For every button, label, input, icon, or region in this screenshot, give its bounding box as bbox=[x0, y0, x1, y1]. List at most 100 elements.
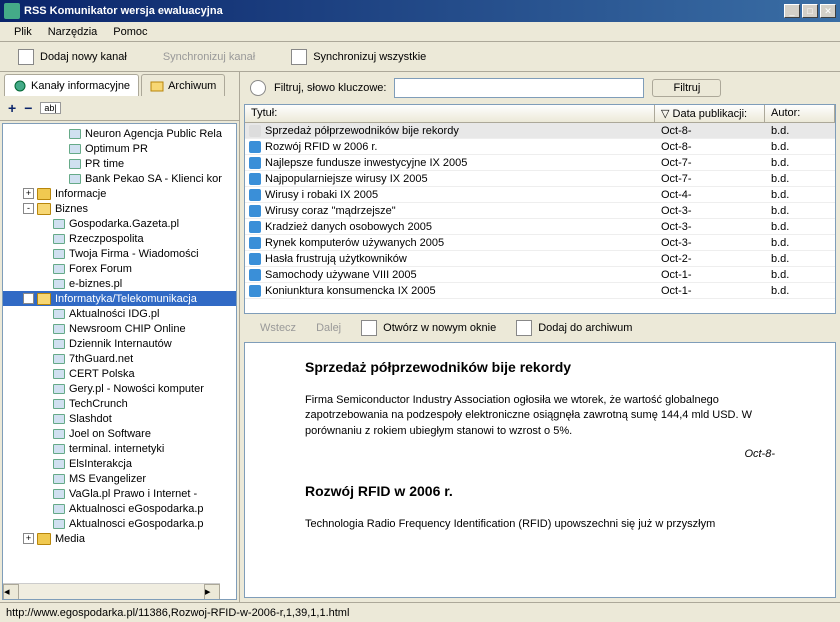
table-row[interactable]: Wirusy i robaki IX 2005Oct-4-b.d. bbox=[245, 187, 835, 203]
tree-feed[interactable]: MS Evangelizer bbox=[3, 471, 236, 486]
cell-title: Najlepsze fundusze inwestycyjne IX 2005 bbox=[265, 157, 467, 169]
table-row[interactable]: Najlepsze fundusze inwestycyjne IX 2005O… bbox=[245, 155, 835, 171]
feed-icon bbox=[53, 339, 65, 349]
tree-label: Bank Pekao SA - Klienci kor bbox=[85, 173, 222, 185]
tree-label: VaGla.pl Prawo i Internet - bbox=[69, 488, 197, 500]
minimize-button[interactable]: _ bbox=[784, 4, 800, 18]
collapse-all-button[interactable]: − bbox=[24, 100, 32, 116]
cell-title: Rynek komputerów używanych 2005 bbox=[265, 237, 444, 249]
cell-date: Oct-3- bbox=[655, 205, 765, 217]
tree-feed[interactable]: CERT Polska bbox=[3, 366, 236, 381]
table-row[interactable]: Wirusy coraz "mądrzejsze"Oct-3-b.d. bbox=[245, 203, 835, 219]
statusbar: http://www.egospodarka.pl/11386,Rozwoj-R… bbox=[0, 602, 840, 622]
add-archive-button[interactable]: Dodaj do archiwum bbox=[516, 320, 632, 336]
table-row[interactable]: Rynek komputerów używanych 2005Oct-3-b.d… bbox=[245, 235, 835, 251]
preview-pane[interactable]: Sprzedaż półprzewodników bije rekordy Fi… bbox=[244, 342, 836, 598]
tree-feed[interactable]: ElsInterakcja bbox=[3, 456, 236, 471]
table-row[interactable]: Rozwój RFID w 2006 r.Oct-8-b.d. bbox=[245, 139, 835, 155]
rename-button[interactable]: ab| bbox=[40, 102, 60, 114]
menu-file[interactable]: Plik bbox=[6, 24, 40, 40]
col-author[interactable]: Autor: bbox=[765, 105, 835, 122]
cell-author: b.d. bbox=[765, 141, 835, 153]
tree-feed[interactable]: Newsroom CHIP Online bbox=[3, 321, 236, 336]
table-row[interactable]: Koniunktura konsumencka IX 2005Oct-1-b.d… bbox=[245, 283, 835, 299]
tree-feed[interactable]: Forex Forum bbox=[3, 261, 236, 276]
table-row[interactable]: Hasła frustrują użytkownikówOct-2-b.d. bbox=[245, 251, 835, 267]
tab-channels[interactable]: Kanały informacyjne bbox=[4, 74, 139, 96]
scroll-right-button[interactable]: ▸ bbox=[204, 584, 220, 600]
tree-feed[interactable]: Neuron Agencja Public Rela bbox=[3, 126, 236, 141]
tree-feed[interactable]: TechCrunch bbox=[3, 396, 236, 411]
back-button: Wstecz bbox=[260, 322, 296, 334]
table-row[interactable]: Najpopularniejsze wirusy IX 2005Oct-7-b.… bbox=[245, 171, 835, 187]
sync-all-button[interactable]: Synchronizuj wszystkie bbox=[283, 46, 434, 68]
tree-feed[interactable]: Rzeczpospolita bbox=[3, 231, 236, 246]
tree-feed[interactable]: Aktualności IDG.pl bbox=[3, 306, 236, 321]
tree-feed[interactable]: Slashdot bbox=[3, 411, 236, 426]
tree-folder[interactable]: +Informacje bbox=[3, 186, 236, 201]
cell-author: b.d. bbox=[765, 269, 835, 281]
cell-author: b.d. bbox=[765, 237, 835, 249]
article-icon bbox=[249, 285, 261, 297]
maximize-button[interactable]: □ bbox=[802, 4, 818, 18]
col-date[interactable]: ▽ Data publikacji: bbox=[655, 105, 765, 122]
folder-icon bbox=[37, 533, 51, 545]
sidebar: Kanały informacyjne Archiwum + − ab| Neu… bbox=[0, 72, 240, 602]
tree-label: MS Evangelizer bbox=[69, 473, 146, 485]
tree-folder[interactable]: -Informatyka/Telekomunikacja bbox=[3, 291, 236, 306]
tree-hscrollbar[interactable]: ◂ ▸ bbox=[3, 583, 220, 599]
expand-toggle[interactable]: - bbox=[23, 203, 34, 214]
tree-feed[interactable]: Gospodarka.Gazeta.pl bbox=[3, 216, 236, 231]
tree-feed[interactable]: Dziennik Internautów bbox=[3, 336, 236, 351]
filter-button[interactable]: Filtruj bbox=[652, 79, 721, 97]
table-row[interactable]: Samochody używane VIII 2005Oct-1-b.d. bbox=[245, 267, 835, 283]
expand-toggle[interactable]: + bbox=[23, 188, 34, 199]
cell-author: b.d. bbox=[765, 189, 835, 201]
folder-icon bbox=[37, 293, 51, 305]
tree-feed[interactable]: Joel on Software bbox=[3, 426, 236, 441]
tree-feed[interactable]: PR time bbox=[3, 156, 236, 171]
table-row[interactable]: Kradzież danych osobowych 2005Oct-3-b.d. bbox=[245, 219, 835, 235]
tree-feed[interactable]: Aktualnosci eGospodarka.p bbox=[3, 516, 236, 531]
feed-icon bbox=[53, 309, 65, 319]
tree-feed[interactable]: 7thGuard.net bbox=[3, 351, 236, 366]
tree-folder[interactable]: +Media bbox=[3, 531, 236, 546]
tree-folder[interactable]: -Biznes bbox=[3, 201, 236, 216]
cell-title: Rozwój RFID w 2006 r. bbox=[265, 141, 377, 153]
article-icon bbox=[249, 253, 261, 265]
article-grid[interactable]: Tytuł: ▽ Data publikacji: Autor: Sprzeda… bbox=[244, 104, 836, 314]
tree-label: e-biznes.pl bbox=[69, 278, 122, 290]
tree-feed[interactable]: e-biznes.pl bbox=[3, 276, 236, 291]
tree-feed[interactable]: Gery.pl - Nowości komputer bbox=[3, 381, 236, 396]
tree-feed[interactable]: Optimum PR bbox=[3, 141, 236, 156]
expand-toggle[interactable]: - bbox=[23, 293, 34, 304]
cell-title: Najpopularniejsze wirusy IX 2005 bbox=[265, 173, 428, 185]
tab-archive[interactable]: Archiwum bbox=[141, 74, 225, 96]
close-button[interactable]: ✕ bbox=[820, 4, 836, 18]
channel-tree[interactable]: Neuron Agencja Public RelaOptimum PR PR t… bbox=[2, 123, 237, 600]
feed-icon bbox=[53, 279, 65, 289]
cell-date: Oct-1- bbox=[655, 269, 765, 281]
add-channel-button[interactable]: Dodaj nowy kanał bbox=[10, 46, 135, 68]
menu-help[interactable]: Pomoc bbox=[105, 24, 155, 40]
open-new-window-button[interactable]: Otwórz w nowym oknie bbox=[361, 320, 496, 336]
feed-icon bbox=[53, 444, 65, 454]
tree-feed[interactable]: terminal. internetyki bbox=[3, 441, 236, 456]
article-title-2: Rozwój RFID w 2006 r. bbox=[305, 483, 775, 499]
cell-date: Oct-7- bbox=[655, 173, 765, 185]
col-title[interactable]: Tytuł: bbox=[245, 105, 655, 122]
expand-all-button[interactable]: + bbox=[8, 100, 16, 116]
menu-tools[interactable]: Narzędzia bbox=[40, 24, 106, 40]
tree-feed[interactable]: Bank Pekao SA - Klienci kor bbox=[3, 171, 236, 186]
tree-label: PR time bbox=[85, 158, 124, 170]
table-row[interactable]: Sprzedaż półprzewodników bije rekordyOct… bbox=[245, 123, 835, 139]
expand-toggle[interactable]: + bbox=[23, 533, 34, 544]
filter-input[interactable] bbox=[394, 78, 644, 98]
filter-label: Filtruj, słowo kluczowe: bbox=[274, 82, 386, 94]
tree-feed[interactable]: Aktualnosci eGospodarka.p bbox=[3, 501, 236, 516]
cell-author: b.d. bbox=[765, 157, 835, 169]
scroll-left-button[interactable]: ◂ bbox=[3, 584, 19, 600]
tree-feed[interactable]: Twoja Firma - Wiadomości bbox=[3, 246, 236, 261]
tree-feed[interactable]: VaGla.pl Prawo i Internet - bbox=[3, 486, 236, 501]
cell-date: Oct-8- bbox=[655, 125, 765, 137]
